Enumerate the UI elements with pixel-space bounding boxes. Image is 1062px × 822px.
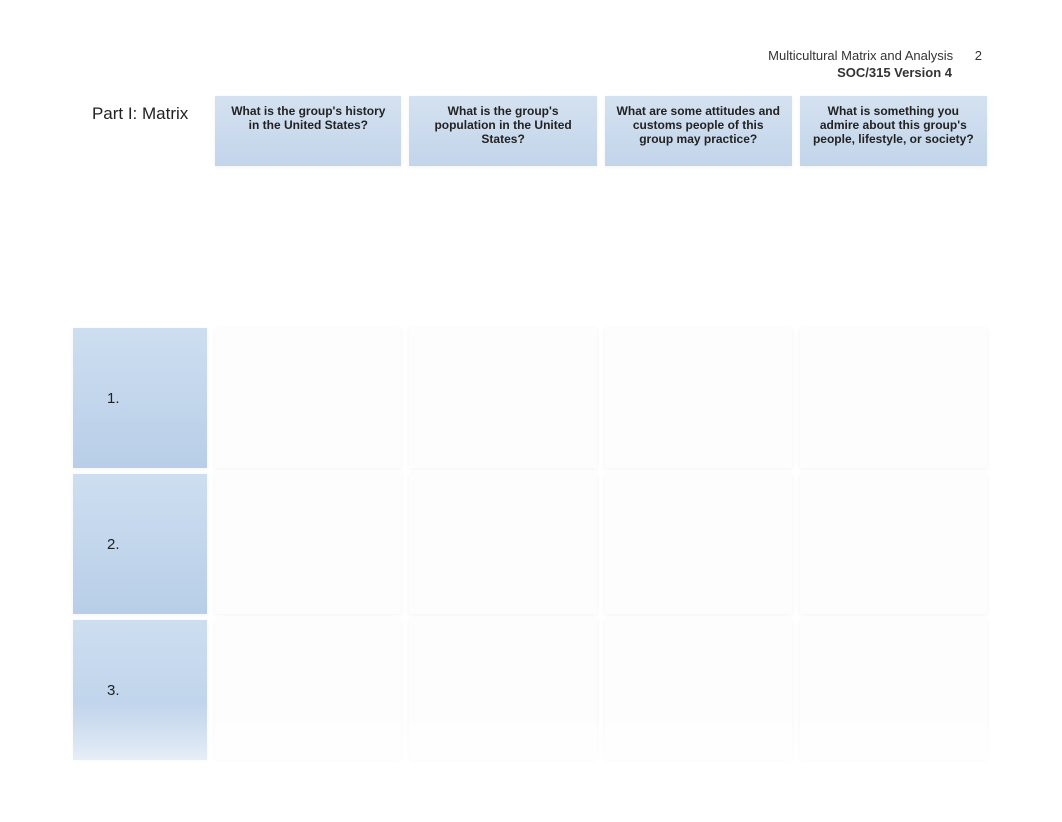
data-cell xyxy=(409,474,596,614)
column-header-4: What is something you admire about this … xyxy=(800,96,987,166)
column-header-3: What are some attitudes and customs peop… xyxy=(605,96,792,166)
data-cell xyxy=(409,620,596,760)
data-cell xyxy=(605,328,792,468)
row-label-1: 1. xyxy=(73,328,207,468)
page-number: 2 xyxy=(975,48,982,63)
data-cell xyxy=(215,328,401,468)
row-label-2: 2. xyxy=(73,474,207,614)
data-cell xyxy=(215,474,401,614)
part-label: Part I: Matrix xyxy=(73,96,207,166)
data-cell xyxy=(409,328,596,468)
data-cell xyxy=(800,620,987,760)
document-header: Multicultural Matrix and Analysis 2 SOC/… xyxy=(768,48,982,80)
header-version: SOC/315 Version 4 xyxy=(768,65,952,80)
header-title: Multicultural Matrix and Analysis xyxy=(768,48,953,63)
data-cell xyxy=(215,620,401,760)
table-row: 2. xyxy=(73,474,987,614)
data-cell xyxy=(800,328,987,468)
matrix-table: Part I: Matrix What is the group's histo… xyxy=(65,90,995,766)
table-row: 1. xyxy=(73,328,987,468)
column-header-1: What is the group's history in the Unite… xyxy=(215,96,401,166)
header-row: Part I: Matrix What is the group's histo… xyxy=(73,96,987,166)
matrix-container: Part I: Matrix What is the group's histo… xyxy=(65,90,995,766)
spacer-row xyxy=(73,172,987,322)
table-row: 3. xyxy=(73,620,987,760)
data-cell xyxy=(605,474,792,614)
data-cell xyxy=(800,474,987,614)
data-cell xyxy=(605,620,792,760)
row-label-3: 3. xyxy=(73,620,207,760)
column-header-2: What is the group's population in the Un… xyxy=(409,96,596,166)
